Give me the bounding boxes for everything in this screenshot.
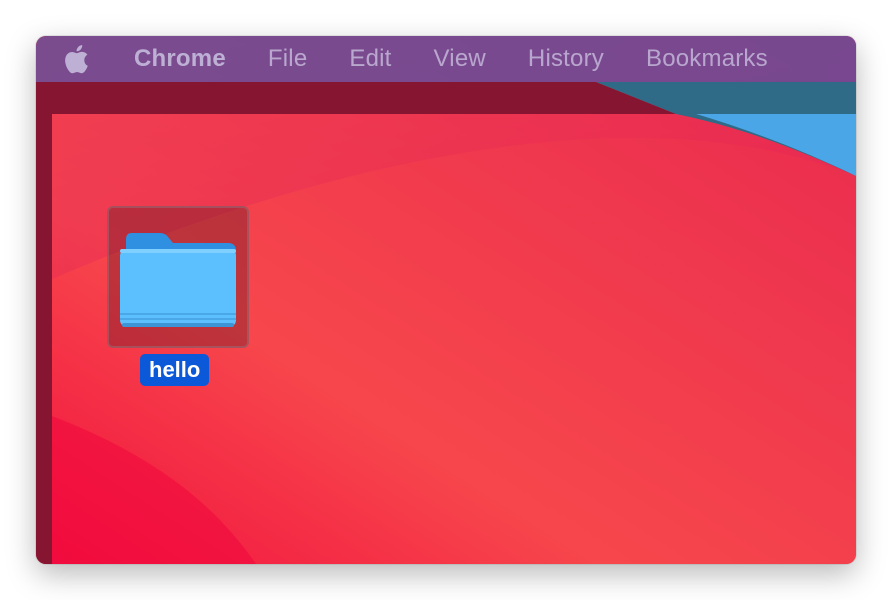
menu-bookmarks[interactable]: Bookmarks	[625, 36, 789, 82]
desktop-folder-label[interactable]: hello	[140, 354, 210, 386]
desktop-folder-hello[interactable]	[107, 206, 249, 348]
menu-chrome[interactable]: Chrome	[116, 36, 247, 82]
menu-history[interactable]: History	[507, 36, 625, 82]
menu-edit[interactable]: Edit	[328, 36, 412, 82]
desktop-window: Chrome File Edit View History Bookmarks …	[36, 36, 856, 564]
apple-logo-icon[interactable]	[62, 42, 90, 76]
menu-bar: Chrome File Edit View History Bookmarks	[36, 36, 856, 82]
folder-icon	[120, 233, 236, 327]
menu-view[interactable]: View	[413, 36, 507, 82]
menu-file[interactable]: File	[247, 36, 328, 82]
